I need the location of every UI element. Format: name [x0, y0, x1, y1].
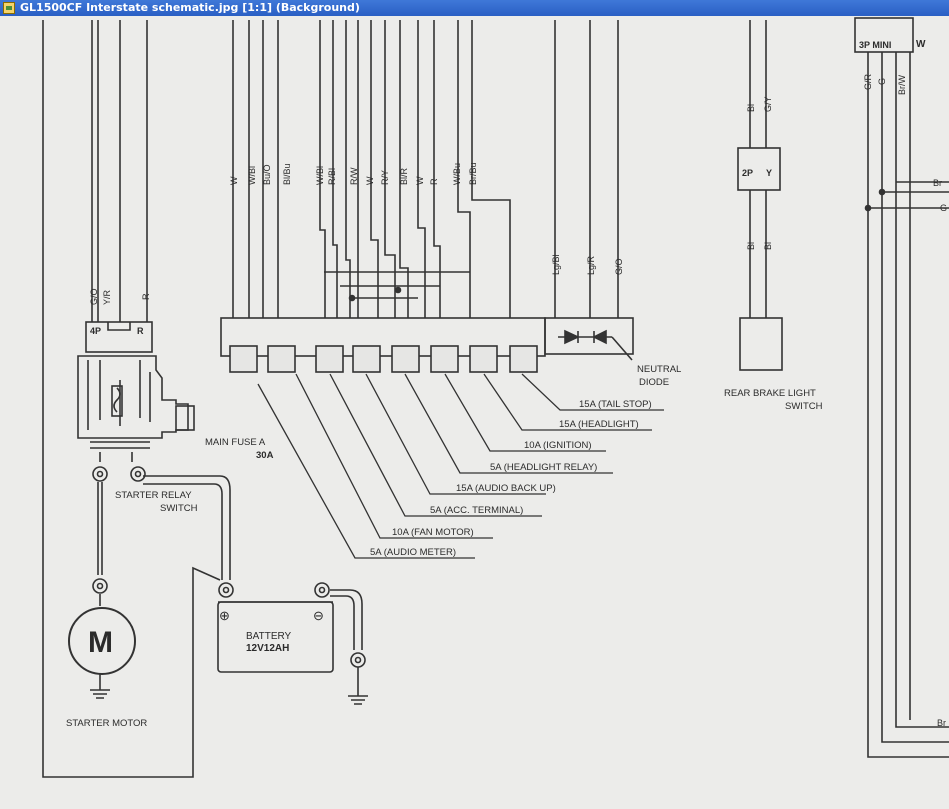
image-viewer-icon [3, 2, 15, 14]
wire-label: Lg/R [586, 255, 596, 275]
starter-relay-label-line2: SWITCH [160, 503, 198, 514]
wire-label: G/O [614, 258, 624, 275]
wire-label: G [877, 78, 887, 85]
rear-brake-switch-lines [737, 20, 783, 371]
wire-label: G/O [89, 288, 99, 305]
wire-label: R [429, 178, 439, 185]
wire-label: Bl [746, 242, 756, 250]
battery-negative-symbol: ⊖ [313, 608, 324, 623]
wire-label: Bl [763, 242, 773, 250]
wiring-schematic: 4P R 2P Y 3P MINI W G/O Y/R R W W/Bl Bu/… [42, 17, 949, 778]
wire-label: W/Bu [452, 163, 462, 185]
fuse-label: 10A (FAN MOTOR) [392, 527, 474, 538]
wire-label: Bu/O [262, 164, 272, 185]
wire-label: W [229, 176, 239, 185]
wire-label: Lg/Bl [551, 254, 561, 275]
connector-4p-label: 4P [90, 326, 101, 336]
starter-relay-label-line1: STARTER RELAY [115, 490, 192, 501]
wire-label: Bl/R [399, 167, 409, 185]
right-branch-labels: Br G Br [933, 178, 947, 728]
fuse-label: 5A (HEADLIGHT RELAY) [490, 462, 597, 473]
wire-label: R/Bl [327, 168, 337, 185]
wire-label: W [415, 176, 425, 185]
rear-brake-label-line2: SWITCH [785, 401, 823, 412]
wire-label: W/Bl [315, 166, 325, 185]
battery-capacity-label: 12V12AH [246, 643, 289, 654]
starter-motor-letter: M [88, 626, 113, 659]
wire-label: G/R [863, 73, 873, 90]
fuse-label: 15A (TAIL STOP) [579, 399, 652, 410]
wire-label: W [365, 176, 375, 185]
schematic-image: 4P R 2P Y 3P MINI W G/O Y/R R W W/Bl Bu/… [0, 16, 949, 809]
main-fuse-label-line2: 30A [256, 450, 274, 461]
window-title: GL1500CF Interstate schematic.jpg [1:1] … [20, 1, 360, 14]
wire-label: Br [933, 178, 942, 188]
rear-brake-label-line1: REAR BRAKE LIGHT [724, 388, 816, 399]
wire-label: Y/R [102, 289, 112, 305]
fuse-label: 15A (HEADLIGHT) [559, 419, 639, 430]
battery-label: BATTERY [246, 631, 292, 642]
wire-label: W/Bl [247, 166, 257, 185]
connector-3p-label: 3P MINI [859, 40, 891, 50]
connector-3p-pin-label: W [916, 39, 926, 50]
wire-label: R/W [349, 167, 359, 185]
window-titlebar[interactable]: GL1500CF Interstate schematic.jpg [1:1] … [0, 0, 949, 16]
fuse-label: 5A (ACC. TERMINAL) [430, 505, 523, 516]
wire-colour-labels: G/O Y/R R W W/Bl Bu/O Bl/Bu W/Bl R/Bl R/… [89, 73, 907, 305]
neutral-diode-label-line1: NEUTRAL [637, 364, 681, 375]
fuse-labels: 15A (TAIL STOP) 15A (HEADLIGHT) 10A (IGN… [370, 399, 652, 558]
wire-label: Bl [746, 104, 756, 112]
wire-label: Br/Bu [468, 162, 478, 185]
right-side-lines [854, 17, 949, 758]
wire-label: R/Y [380, 170, 390, 185]
fuse-label: 15A (AUDIO BACK UP) [456, 483, 556, 494]
wire-label: Br [937, 718, 946, 728]
fuse-label: 10A (IGNITION) [524, 440, 592, 451]
wire-label: Br/W [897, 74, 907, 95]
schematic-lines [42, 20, 634, 778]
wire-label: G [940, 203, 947, 213]
fuse-slots [229, 345, 538, 373]
fuse-label: 5A (AUDIO METER) [370, 547, 456, 558]
wire-label: G/Y [763, 96, 773, 112]
connector-2p-label: 2P [742, 168, 753, 178]
battery-positive-symbol: ⊕ [219, 608, 230, 623]
main-fuse-label-line1: MAIN FUSE A [205, 437, 266, 448]
neutral-diode-label-line2: DIODE [639, 377, 669, 388]
starter-motor-label: STARTER MOTOR [66, 718, 147, 729]
connector-2p-pin-label: Y [766, 168, 772, 178]
wire-label: R [141, 293, 151, 300]
connector-4p-pin-label: R [137, 326, 144, 336]
wire-label: Bl/Bu [282, 163, 292, 185]
